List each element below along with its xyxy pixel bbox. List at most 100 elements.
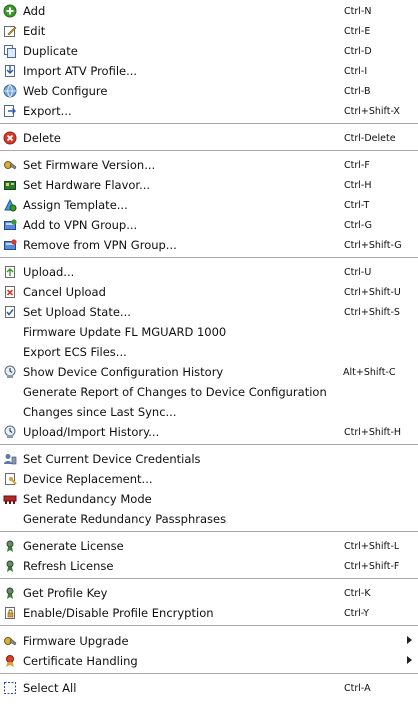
license-icon (3, 538, 17, 554)
menu-item-shortcut: Ctrl-I (344, 65, 368, 77)
menu-item-label: Refresh License (23, 559, 114, 573)
menu-item-changes-since-last-sync[interactable]: Changes since Last Sync... (0, 402, 418, 422)
menu-item-add[interactable]: Add Ctrl-N (0, 1, 418, 21)
menu-item-select-all[interactable]: Select All Ctrl-A (0, 678, 418, 698)
menu-item-generate-license[interactable]: Generate License Ctrl+Shift-L (0, 536, 418, 556)
menu-item-label: Duplicate (23, 44, 78, 58)
menu-item-shortcut: Ctrl+Shift-U (344, 286, 401, 298)
menu-item-generate-report-of-changes[interactable]: Generate Report of Changes to Device Con… (0, 382, 418, 402)
menu-item-device-replacement[interactable]: Device Replacement... (0, 469, 418, 489)
duplicate-icon (3, 43, 17, 59)
menu-item-shortcut: Ctrl-H (344, 179, 372, 191)
menu-item-label: Get Profile Key (23, 586, 108, 600)
menu-item-get-profile-key[interactable]: Get Profile Key Ctrl-K (0, 583, 418, 603)
menu-item-export[interactable]: Export... Ctrl+Shift-X (0, 101, 418, 121)
menu-item-shortcut: Ctrl+Shift-G (344, 239, 402, 251)
menu-item-shortcut: Ctrl-A (344, 682, 371, 694)
assign-template-icon (3, 197, 17, 213)
credentials-icon (3, 451, 17, 467)
history-icon (3, 424, 17, 440)
menu-item-set-firmware-version[interactable]: Set Firmware Version... Ctrl-F (0, 155, 418, 175)
menu-item-label: Set Current Device Credentials (23, 452, 201, 466)
web-configure-icon (3, 83, 17, 99)
menu-item-remove-from-vpn-group[interactable]: Remove from VPN Group... Ctrl+Shift-G (0, 235, 418, 255)
menu-item-label: Generate License (23, 539, 124, 553)
add-icon (3, 3, 17, 19)
menu-item-label: Device Replacement... (23, 472, 153, 486)
menu-item-label: Edit (23, 24, 46, 38)
menu-item-import-atv-profile[interactable]: Import ATV Profile... Ctrl-I (0, 61, 418, 81)
menu-item-shortcut: Ctrl+Shift-F (344, 560, 400, 572)
menu-item-certificate-handling[interactable]: Certificate Handling (0, 651, 418, 671)
menu-item-shortcut: Alt+Shift-C (343, 366, 396, 378)
menu-item-shortcut: Ctrl-D (344, 45, 372, 57)
menu-item-duplicate[interactable]: Duplicate Ctrl-D (0, 41, 418, 61)
import-icon (3, 63, 17, 79)
device-replacement-icon (3, 471, 17, 487)
menu-item-shortcut: Ctrl-Delete (344, 132, 396, 144)
menu-separator (0, 673, 418, 675)
menu-item-shortcut: Ctrl-T (344, 199, 370, 211)
menu-item-refresh-license[interactable]: Refresh License Ctrl+Shift-F (0, 556, 418, 576)
menu-item-set-redundancy-mode[interactable]: Set Redundancy Mode (0, 489, 418, 509)
certificate-icon (3, 653, 17, 669)
menu-item-firmware-update-fl-mguard[interactable]: Firmware Update FL MGUARD 1000 (0, 322, 418, 342)
menu-item-label: Export... (23, 104, 72, 118)
menu-item-delete[interactable]: Delete Ctrl-Delete (0, 128, 418, 148)
menu-item-assign-template[interactable]: Assign Template... Ctrl-T (0, 195, 418, 215)
menu-item-shortcut: Ctrl+Shift-S (344, 306, 400, 318)
menu-item-set-upload-state[interactable]: Set Upload State... Ctrl+Shift-S (0, 302, 418, 322)
menu-item-shortcut: Ctrl-E (344, 25, 371, 37)
submenu-arrow-icon (407, 636, 412, 644)
menu-item-label: Set Upload State... (23, 305, 131, 319)
menu-item-label: Delete (23, 131, 61, 145)
edit-icon (3, 23, 17, 39)
menu-item-set-current-device-credentials[interactable]: Set Current Device Credentials (0, 449, 418, 469)
menu-item-label: Add (23, 4, 46, 18)
profile-key-icon (3, 585, 17, 601)
menu-item-label: Enable/Disable Profile Encryption (23, 606, 214, 620)
vpn-remove-icon (3, 237, 17, 253)
menu-item-upload-import-history[interactable]: Upload/Import History... Ctrl+Shift-H (0, 422, 418, 442)
menu-item-label: Generate Report of Changes to Device Con… (23, 385, 327, 399)
menu-item-shortcut: Ctrl-U (344, 266, 372, 278)
firmware-version-icon (3, 157, 17, 173)
menu-item-export-ecs-files[interactable]: Export ECS Files... (0, 342, 418, 362)
menu-item-cancel-upload[interactable]: Cancel Upload Ctrl+Shift-U (0, 282, 418, 302)
menu-separator (0, 625, 418, 627)
submenu-arrow-icon (407, 656, 412, 664)
menu-item-shortcut: Ctrl-G (344, 219, 373, 231)
menu-item-firmware-upgrade[interactable]: Firmware Upgrade (0, 631, 418, 651)
export-icon (3, 103, 17, 119)
menu-item-label: Set Redundancy Mode (23, 492, 152, 506)
menu-item-label: Import ATV Profile... (23, 64, 138, 78)
menu-item-label: Web Configure (23, 84, 108, 98)
menu-item-shortcut: Ctrl-F (344, 159, 370, 171)
menu-item-upload[interactable]: Upload... Ctrl-U (0, 262, 418, 282)
menu-item-label: Show Device Configuration History (23, 365, 224, 379)
menu-item-shortcut: Ctrl+Shift-X (344, 105, 400, 117)
menu-item-show-device-configuration-history[interactable]: Show Device Configuration History Alt+Sh… (0, 362, 418, 382)
menu-item-label: Select All (23, 681, 77, 695)
menu-separator (0, 444, 418, 446)
menu-separator (0, 578, 418, 580)
hardware-flavor-icon (3, 177, 17, 193)
menu-item-web-configure[interactable]: Web Configure Ctrl-B (0, 81, 418, 101)
license-icon (3, 558, 17, 574)
delete-icon (3, 130, 17, 146)
menu-item-label: Remove from VPN Group... (23, 238, 177, 252)
menu-item-enable-disable-profile-encryption[interactable]: Enable/Disable Profile Encryption Ctrl-Y (0, 603, 418, 623)
menu-item-generate-redundancy-passphrases[interactable]: Generate Redundancy Passphrases (0, 509, 418, 529)
menu-item-label: Set Hardware Flavor... (23, 178, 151, 192)
menu-item-label: Firmware Update FL MGUARD 1000 (23, 325, 227, 339)
menu-item-shortcut: Ctrl-Y (344, 607, 370, 619)
menu-item-shortcut: Ctrl+Shift-H (344, 426, 402, 438)
menu-item-edit[interactable]: Edit Ctrl-E (0, 21, 418, 41)
menu-item-label: Set Firmware Version... (23, 158, 156, 172)
menu-item-label: Export ECS Files... (23, 345, 127, 359)
menu-item-set-hardware-flavor[interactable]: Set Hardware Flavor... Ctrl-H (0, 175, 418, 195)
menu-item-add-to-vpn-group[interactable]: Add to VPN Group... Ctrl-G (0, 215, 418, 235)
history-icon (3, 364, 17, 380)
menu-item-shortcut: Ctrl-B (344, 85, 371, 97)
menu-separator (0, 257, 418, 259)
